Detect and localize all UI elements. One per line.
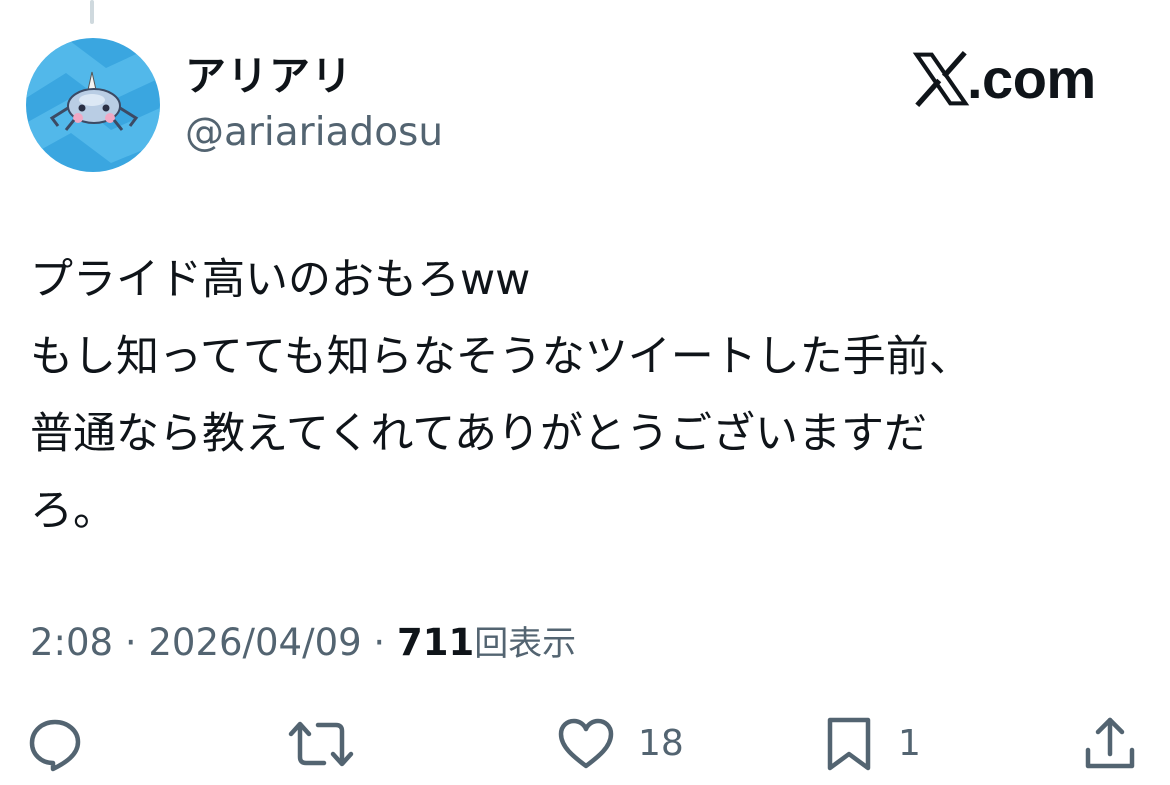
author-display-name[interactable]: アリアリ — [185, 50, 353, 102]
post-date[interactable]: 2026/04/09 — [148, 621, 361, 664]
post-text-line: ろ。 — [30, 486, 116, 536]
share-icon — [1085, 717, 1135, 769]
heart-icon — [558, 718, 614, 769]
bookmark-count: 1 — [898, 723, 921, 764]
bookmark-button[interactable]: 1 — [822, 712, 921, 776]
post-time[interactable]: 2:08 — [30, 621, 113, 664]
meta-separator: · — [124, 621, 137, 664]
post-text-line: プライド高いのおもろww — [30, 255, 531, 305]
thread-connector-line — [90, 0, 94, 24]
avatar[interactable] — [26, 38, 160, 172]
reply-button[interactable] — [26, 712, 84, 776]
bookmark-icon — [827, 717, 871, 771]
meta-separator: · — [373, 621, 386, 664]
post-text-line: 普通なら教えてくれてありがとうございますだ — [30, 409, 927, 459]
views-count: 711 — [396, 621, 475, 664]
reply-icon — [29, 719, 81, 772]
like-button[interactable]: 18 — [556, 712, 684, 776]
x-logo-icon — [912, 50, 970, 108]
repost-button[interactable] — [288, 712, 354, 776]
post-text: プライド高いのおもろww もし知ってても知らなそうなツイートした手前、 普通なら… — [30, 242, 1140, 550]
spider-pokemon-avatar — [26, 38, 160, 172]
repost-icon — [288, 721, 354, 767]
post-metadata: 2:08 · 2026/04/09 · 711回表示 — [30, 615, 576, 672]
author-handle[interactable]: @ariariadosu — [185, 108, 443, 158]
x-brand-logo: .com — [912, 46, 1096, 112]
share-button[interactable] — [1082, 712, 1138, 776]
like-count: 18 — [638, 723, 684, 764]
brand-domain-text: .com — [967, 47, 1096, 110]
post-text-line: もし知ってても知らなそうなツイートした手前、 — [30, 332, 972, 382]
views-label: 回表示 — [474, 624, 577, 664]
